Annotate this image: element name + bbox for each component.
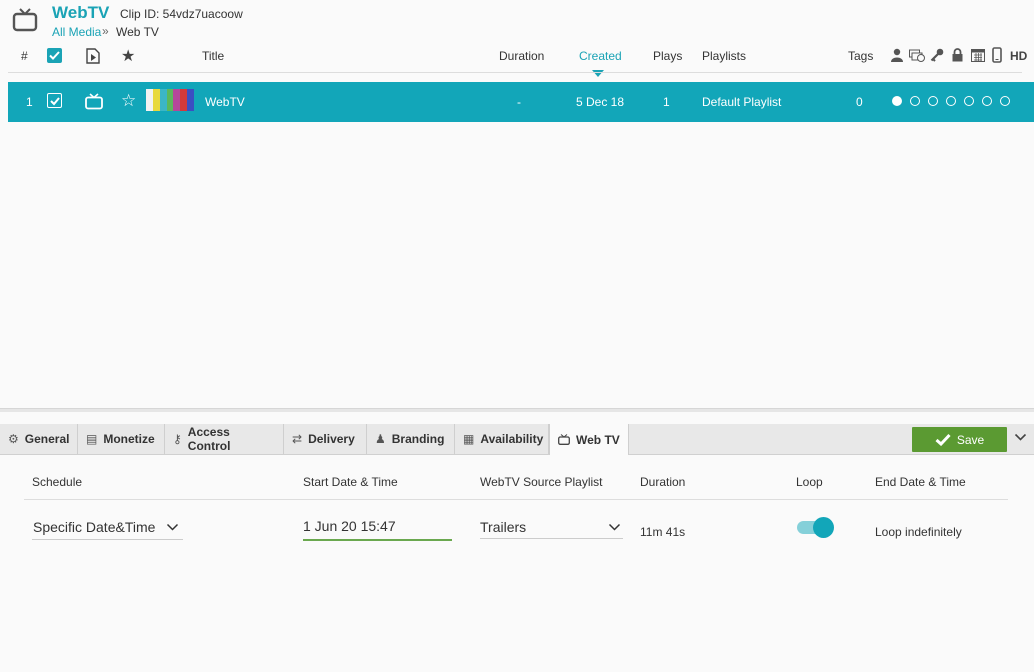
duration-value: 11m 41s bbox=[640, 525, 686, 539]
key-icon: ⚷ bbox=[173, 432, 182, 446]
row-title[interactable]: WebTV bbox=[205, 95, 245, 109]
user-icon bbox=[891, 48, 903, 62]
source-playlist-select[interactable]: Trailers bbox=[480, 516, 623, 539]
tab-label: Web TV bbox=[576, 432, 620, 447]
status-dot bbox=[946, 96, 956, 106]
status-dot bbox=[910, 96, 920, 106]
tab-availability[interactable]: ▦ Availability bbox=[455, 424, 549, 454]
gear-icon: ⚙ bbox=[8, 432, 19, 446]
row-created: 5 Dec 18 bbox=[576, 95, 625, 109]
status-dot bbox=[928, 96, 938, 106]
app-title: WebTV bbox=[52, 3, 110, 22]
end-date-header: End Date & Time bbox=[875, 475, 966, 489]
row-tags: 0 bbox=[856, 95, 863, 109]
key-icon bbox=[930, 48, 944, 62]
calendar-icon: ▦ bbox=[463, 432, 475, 446]
tab-branding[interactable]: ♟ Branding bbox=[367, 424, 455, 454]
favorite-column-icon[interactable]: ★ bbox=[121, 46, 135, 66]
breadcrumb-all-media[interactable]: All Media bbox=[52, 25, 101, 39]
tab-label: Monetize bbox=[103, 432, 155, 446]
status-dots bbox=[892, 96, 1010, 106]
breadcrumb-current: Web TV bbox=[116, 25, 159, 39]
loop-header: Loop bbox=[796, 475, 823, 489]
chevron-down-icon bbox=[608, 523, 621, 531]
col-number: # bbox=[21, 49, 28, 63]
tab-monetize[interactable]: ▤ Monetize bbox=[78, 424, 165, 454]
loop-toggle-knob[interactable] bbox=[813, 517, 834, 538]
schedule-select-value: Specific Date&Time bbox=[33, 519, 156, 535]
col-plays[interactable]: Plays bbox=[653, 49, 682, 63]
col-duration[interactable]: Duration bbox=[499, 49, 544, 63]
hd-label: HD bbox=[1010, 49, 1028, 63]
save-button[interactable]: Save bbox=[912, 427, 1007, 452]
lock-icon bbox=[952, 48, 963, 62]
tv-icon bbox=[85, 93, 103, 110]
pane-splitter[interactable] bbox=[0, 408, 1034, 412]
tab-web-tv[interactable]: Web TV bbox=[549, 424, 629, 455]
money-icon: ▤ bbox=[86, 432, 98, 446]
chevron-down-icon[interactable] bbox=[1014, 433, 1027, 442]
tab-label: Delivery bbox=[308, 432, 355, 446]
table-row[interactable]: 1 ☆ WebTV - 5 Dec 18 1 Default Playlist … bbox=[8, 82, 1034, 122]
col-playlists[interactable]: Playlists bbox=[702, 49, 746, 63]
source-playlist-header: WebTV Source Playlist bbox=[480, 475, 603, 489]
stamp-icon: ♟ bbox=[375, 432, 386, 446]
row-checkbox[interactable] bbox=[47, 93, 62, 108]
start-date-header: Start Date & Time bbox=[303, 475, 398, 489]
tab-access-control[interactable]: ⚷ Access Control bbox=[165, 424, 284, 454]
check-icon bbox=[935, 433, 951, 446]
tv-icon bbox=[558, 434, 570, 445]
row-number: 1 bbox=[26, 95, 33, 109]
thumbnail bbox=[146, 89, 195, 111]
schedule-divider bbox=[24, 499, 1008, 500]
start-date-field[interactable]: 1 Jun 20 15:47 bbox=[303, 517, 452, 541]
breadcrumb-separator: » bbox=[102, 24, 109, 38]
header-divider bbox=[8, 72, 1022, 73]
favorite-star-icon[interactable]: ☆ bbox=[121, 91, 136, 111]
row-playlist: Default Playlist bbox=[702, 95, 782, 109]
tab-label: General bbox=[24, 432, 70, 446]
calendar-icon bbox=[971, 49, 985, 62]
mobile-icon bbox=[992, 47, 1002, 63]
col-tags[interactable]: Tags bbox=[848, 49, 873, 63]
tv-logo-icon bbox=[12, 8, 38, 32]
end-date-value: Loop indefinitely bbox=[875, 525, 962, 539]
tab-label: Availability bbox=[480, 432, 544, 446]
start-date-value: 1 Jun 20 15:47 bbox=[303, 518, 396, 534]
duration-header: Duration bbox=[640, 475, 686, 489]
col-created[interactable]: Created bbox=[579, 49, 622, 63]
media-type-icon[interactable] bbox=[86, 48, 100, 64]
row-plays: 1 bbox=[663, 95, 670, 109]
source-playlist-value: Trailers bbox=[480, 519, 527, 535]
status-dot bbox=[982, 96, 992, 106]
schedule-select[interactable]: Specific Date&Time bbox=[32, 517, 183, 540]
status-dot bbox=[892, 96, 902, 106]
save-label: Save bbox=[956, 432, 985, 447]
money-icon bbox=[909, 49, 925, 62]
chevron-down-icon bbox=[166, 523, 179, 531]
row-duration: - bbox=[517, 95, 521, 109]
shuffle-icon: ⇄ bbox=[292, 432, 303, 446]
tab-label: Branding bbox=[391, 432, 445, 446]
tab-delivery[interactable]: ⇄ Delivery bbox=[284, 424, 367, 454]
status-dot bbox=[1000, 96, 1010, 106]
clip-id: Clip ID: 54vdz7uacoow bbox=[120, 7, 243, 21]
tab-bar: ⚙ General ▤ Monetize ⚷ Access Control ⇄ Deli… bbox=[0, 424, 1034, 455]
col-title[interactable]: Title bbox=[202, 49, 224, 63]
tab-label: Access Control bbox=[187, 425, 231, 453]
schedule-header: Schedule bbox=[32, 475, 83, 489]
select-all-checkbox[interactable] bbox=[47, 48, 62, 63]
tab-general[interactable]: ⚙ General bbox=[0, 424, 78, 454]
status-dot bbox=[964, 96, 974, 106]
